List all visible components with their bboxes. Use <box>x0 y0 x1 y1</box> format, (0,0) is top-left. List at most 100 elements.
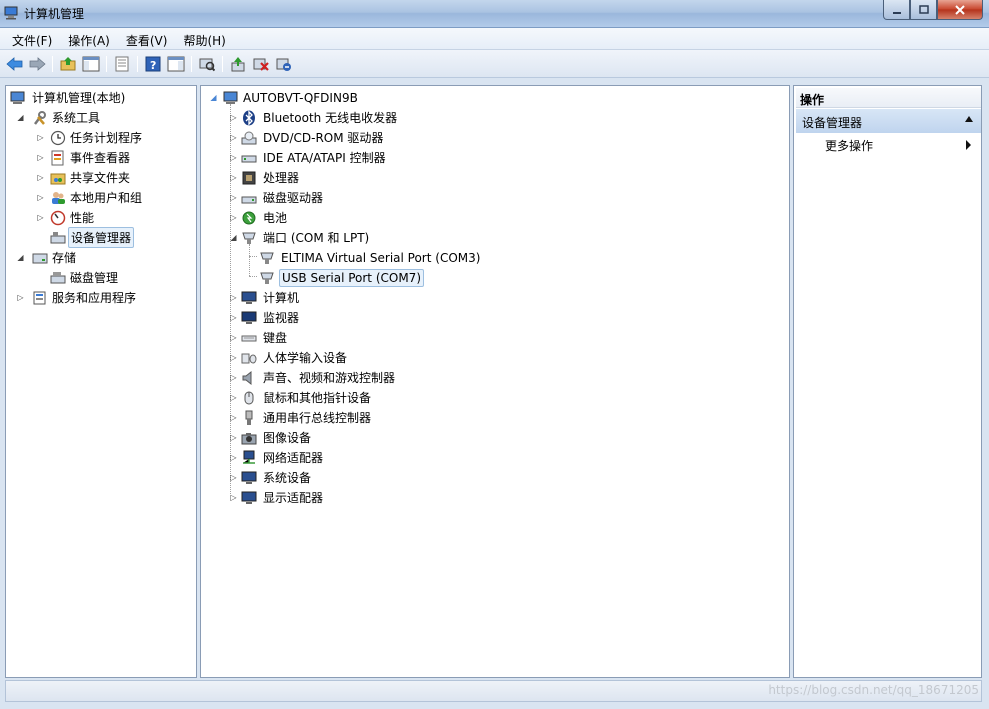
event-viewer-icon <box>51 150 64 165</box>
port-connector-icon <box>260 272 274 284</box>
back-button[interactable] <box>6 55 24 73</box>
menu-action[interactable]: 操作(A) <box>60 28 118 49</box>
collapsed-triangle-icon[interactable]: ▷ <box>229 133 238 142</box>
tree-label: 性能 <box>70 211 95 225</box>
collapsed-triangle-icon[interactable]: ▷ <box>229 213 238 222</box>
collapsed-triangle-icon[interactable]: ▷ <box>229 393 238 402</box>
caption-buttons <box>883 0 983 20</box>
actions-section-label: 设备管理器 <box>802 116 863 130</box>
tree-label: 本地用户和组 <box>70 191 143 205</box>
toolbar-separator <box>191 56 192 72</box>
update-driver-icon <box>231 57 245 72</box>
collapsed-triangle-icon[interactable]: ▷ <box>36 193 45 202</box>
uninstall-device-button[interactable] <box>275 55 293 73</box>
tree-label: 服务和应用程序 <box>52 291 137 305</box>
collapsed-triangle-icon[interactable]: ▷ <box>36 153 45 162</box>
tree-guide-line <box>249 256 257 257</box>
usb-icon <box>245 410 253 425</box>
show-hide-tree-icon <box>82 56 100 72</box>
monitor-icon <box>241 291 257 304</box>
display-adapter-icon <box>241 491 257 504</box>
expanded-triangle-icon[interactable]: ◢ <box>229 233 238 242</box>
scan-hardware-button[interactable] <box>198 55 216 73</box>
update-driver-button[interactable] <box>229 55 247 73</box>
port-connector-icon <box>242 232 256 244</box>
device-label: 网络适配器 <box>263 451 324 465</box>
collapsed-triangle-icon[interactable]: ▷ <box>16 293 25 302</box>
hid-icon <box>241 353 257 363</box>
tree-guide-line <box>249 244 250 276</box>
more-actions-item[interactable]: 更多操作 <box>825 137 873 154</box>
collapsed-triangle-icon[interactable]: ▷ <box>229 353 238 362</box>
window-title: 计算机管理 <box>24 7 85 21</box>
device-label: 显示适配器 <box>263 491 324 505</box>
computer-icon <box>223 91 238 104</box>
device-label: 人体学输入设备 <box>263 351 348 365</box>
collapsed-triangle-icon[interactable]: ▷ <box>229 413 238 422</box>
collapsed-triangle-icon[interactable]: ▷ <box>36 133 45 142</box>
ide-controller-icon <box>241 155 257 162</box>
collapsed-triangle-icon[interactable]: ▷ <box>229 193 238 202</box>
collapsed-triangle-icon[interactable]: ▷ <box>229 373 238 382</box>
expanded-triangle-icon[interactable]: ◢ <box>209 93 218 102</box>
collapsed-triangle-icon[interactable]: ▷ <box>36 173 45 182</box>
toolbar: ? <box>0 50 989 78</box>
collapsed-triangle-icon[interactable]: ▷ <box>229 313 238 322</box>
show-hide-tree-button[interactable] <box>82 55 100 73</box>
actions-section-device-manager[interactable]: 设备管理器 <box>796 109 981 133</box>
close-icon <box>955 4 965 15</box>
device-label: AUTOBVT-QFDIN9B <box>243 90 358 105</box>
device-label: 处理器 <box>263 171 300 185</box>
computer-management-icon <box>4 6 18 20</box>
collapsed-triangle-icon[interactable]: ▷ <box>229 453 238 462</box>
collapsed-triangle-icon[interactable]: ▷ <box>36 213 45 222</box>
expanded-triangle-icon[interactable]: ◢ <box>16 113 25 122</box>
expanded-triangle-icon[interactable]: ◢ <box>16 253 25 262</box>
disk-management-icon <box>50 271 66 283</box>
back-arrow-icon <box>6 57 23 71</box>
show-hide-action-pane-icon <box>167 56 185 72</box>
collapsed-triangle-icon[interactable]: ▷ <box>229 433 238 442</box>
collapsed-triangle-icon[interactable]: ▷ <box>229 473 238 482</box>
collapsed-triangle-icon[interactable]: ▷ <box>229 113 238 122</box>
collapsed-triangle-icon[interactable]: ▷ <box>229 293 238 302</box>
up-one-level-button[interactable] <box>59 55 77 73</box>
export-list-button[interactable] <box>113 55 131 73</box>
clock-icon <box>50 130 66 145</box>
device-label: 端口 (COM 和 LPT) <box>263 231 370 245</box>
tree-label: 事件查看器 <box>70 151 131 165</box>
show-hide-action-pane-button[interactable] <box>167 55 185 73</box>
svg-text:?: ? <box>150 59 156 72</box>
collapsed-triangle-icon[interactable]: ▷ <box>229 333 238 342</box>
forward-button[interactable] <box>28 55 46 73</box>
mouse-icon <box>244 391 254 404</box>
collapsed-triangle-icon[interactable]: ▷ <box>229 153 238 162</box>
storage-icon <box>32 253 48 263</box>
toolbar-separator <box>222 56 223 72</box>
close-button[interactable] <box>937 0 983 20</box>
maximize-button[interactable] <box>910 0 937 20</box>
menu-view[interactable]: 查看(V) <box>118 28 176 49</box>
up-folder-icon <box>60 57 76 71</box>
minimize-button[interactable] <box>883 0 910 20</box>
device-label: USB Serial Port (COM7) <box>279 268 424 287</box>
collapsed-triangle-icon[interactable]: ▷ <box>229 173 238 182</box>
processor-icon <box>242 171 256 184</box>
collapsed-triangle-icon[interactable]: ▷ <box>229 493 238 502</box>
scan-hardware-icon <box>199 58 215 72</box>
help-button[interactable]: ? <box>144 55 162 73</box>
help-icon: ? <box>145 56 161 72</box>
submenu-arrow-icon <box>966 140 971 150</box>
services-icon <box>33 291 46 304</box>
forward-arrow-icon <box>29 57 46 71</box>
monitor-icon <box>241 311 257 324</box>
menu-help[interactable]: 帮助(H) <box>175 28 233 49</box>
computer-management-icon <box>10 91 25 104</box>
collapse-caret-icon[interactable] <box>965 116 973 122</box>
disk-drive-icon <box>241 196 257 203</box>
device-manager-icon <box>50 231 66 243</box>
disable-device-button[interactable] <box>252 55 270 73</box>
toolbar-separator <box>52 56 53 72</box>
bluetooth-icon <box>243 109 255 126</box>
menu-file[interactable]: 文件(F) <box>4 28 60 49</box>
